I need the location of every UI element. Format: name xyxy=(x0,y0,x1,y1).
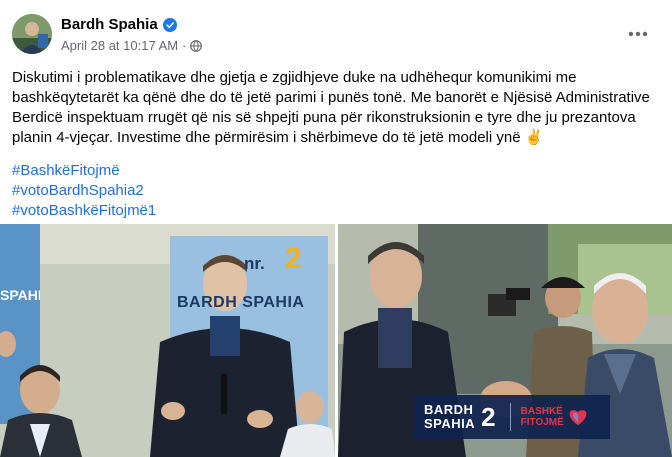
photo-street-greeting[interactable]: BARDH SPAHIA 2 BASHKË FITOJMË xyxy=(338,224,672,457)
facebook-post: Bardh Spahia April 28 at 10:17 AM · Disk… xyxy=(0,0,672,457)
more-options-button[interactable] xyxy=(624,20,652,48)
verified-badge-icon xyxy=(162,17,177,32)
logo-candidate-name: BARDH SPAHIA xyxy=(424,402,476,431)
author-name[interactable]: Bardh Spahia xyxy=(61,16,158,33)
post-text: Diskutimi i problematikave dhe gjetja e … xyxy=(12,69,650,146)
logo-slogan: BASHKË FITOJMË xyxy=(520,406,564,428)
globe-icon[interactable] xyxy=(190,39,203,52)
banner-number-prefix: nr. xyxy=(244,254,265,273)
author-row: Bardh Spahia xyxy=(61,16,177,33)
campaign-logo: BARDH SPAHIA 2 BASHKË FITOJMË xyxy=(414,395,610,439)
avatar[interactable] xyxy=(12,14,52,54)
banner-candidate-name: BARDH SPAHIA xyxy=(177,294,305,311)
hashtag-link[interactable]: #BashkëFitojmë xyxy=(12,161,660,181)
more-options-icon xyxy=(628,31,648,37)
hashtag-list: #BashkëFitojmë #votoBardhSpahia2 #votoBa… xyxy=(12,161,660,221)
hashtag-link[interactable]: #votoBashkëFitojmë1 xyxy=(12,201,660,221)
post-body: Diskutimi i problematikave dhe gjetja e … xyxy=(12,68,660,221)
photo-meeting[interactable]: nr. 2 BARDH SPAHIA SPAHIA xyxy=(0,224,335,457)
logo-number: 2 xyxy=(481,401,496,432)
meta-separator: · xyxy=(182,38,187,53)
banner-number: 2 xyxy=(285,242,302,275)
logo-divider xyxy=(509,403,511,431)
post-header: Bardh Spahia April 28 at 10:17 AM · xyxy=(12,14,660,56)
post-timestamp[interactable]: April 28 at 10:17 AM xyxy=(61,38,178,53)
photo-grid: nr. 2 BARDH SPAHIA SPAHIA xyxy=(0,224,672,457)
hashtag-link[interactable]: #votoBardhSpahia2 xyxy=(12,181,660,201)
heart-icon xyxy=(568,408,588,426)
post-meta: April 28 at 10:17 AM · xyxy=(61,38,203,53)
side-banner-text: SPAHIA xyxy=(0,287,40,303)
